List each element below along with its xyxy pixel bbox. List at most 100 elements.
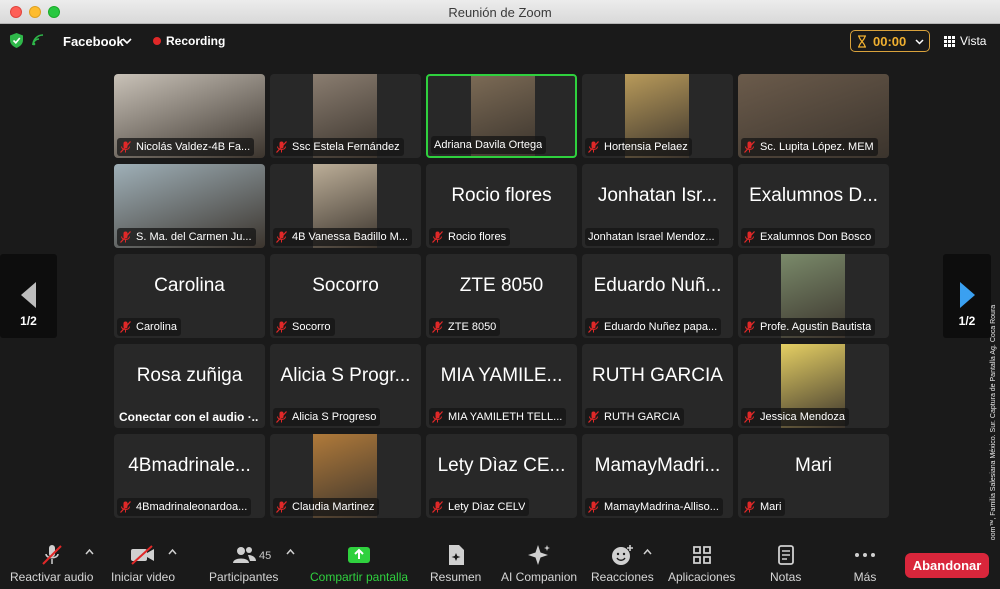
- more-button[interactable]: Más: [853, 544, 877, 584]
- participant-tile[interactable]: Jonhatan Isr... Jonhatan Israel Mendoz...: [582, 164, 733, 248]
- participant-name: Adriana Davila Ortega: [434, 139, 543, 151]
- microphone-muted-icon: [432, 231, 443, 243]
- hourglass-icon: [858, 35, 866, 48]
- participant-name-label: Mari: [741, 498, 786, 516]
- participant-tile[interactable]: Rocio flores Rocio flores: [426, 164, 577, 248]
- previous-page-button[interactable]: 1/2: [0, 254, 57, 338]
- chevron-down-icon[interactable]: [122, 36, 132, 46]
- participant-tile[interactable]: Claudia Martinez: [270, 434, 421, 518]
- notes-label: Notas: [770, 570, 802, 584]
- participant-name-label: Rocio flores: [429, 228, 511, 246]
- view-button[interactable]: Vista: [960, 34, 986, 48]
- participant-name: Ssc Estela Fernández: [292, 141, 400, 153]
- participant-tile[interactable]: Adriana Davila Ortega: [426, 74, 577, 158]
- chevron-up-icon[interactable]: [168, 548, 177, 556]
- microphone-muted-icon: [432, 321, 443, 333]
- participant-tile[interactable]: Hortensia Pelaez: [582, 74, 733, 158]
- arrow-right-icon: [960, 282, 975, 308]
- participant-tile[interactable]: Carolina Carolina: [114, 254, 265, 338]
- participant-tile[interactable]: MIA YAMILE... MIA YAMILETH TELL...: [426, 344, 577, 428]
- apps-button[interactable]: Aplicaciones: [668, 544, 735, 584]
- participant-name: Alicia S Progreso: [292, 411, 377, 423]
- connection-signal-icon[interactable]: [32, 34, 44, 46]
- participant-name: 4Bmadrinaleonardoa...: [136, 501, 248, 513]
- apps-label: Aplicaciones: [668, 570, 736, 584]
- chevron-up-icon[interactable]: [85, 548, 94, 556]
- participant-display-name: Socorro: [312, 275, 379, 296]
- window-title: Reunión de Zoom: [448, 5, 552, 20]
- chevron-up-icon[interactable]: [286, 548, 295, 556]
- participant-tile[interactable]: Jessica Mendoza: [738, 344, 889, 428]
- participant-tile[interactable]: Ssc Estela Fernández: [270, 74, 421, 158]
- ai-companion-label: AI Companion: [501, 570, 578, 584]
- microphone-muted-icon: [588, 501, 599, 513]
- grid-view-icon[interactable]: [944, 36, 955, 47]
- connect-audio-prompt[interactable]: Conectar con el audio ·..: [119, 410, 258, 424]
- participants-icon: [232, 547, 256, 563]
- microphone-muted-icon: [276, 411, 287, 423]
- start-video-button[interactable]: Iniciar video: [111, 544, 175, 584]
- participant-tile[interactable]: Profe. Agustin Bautista: [738, 254, 889, 338]
- participant-tile[interactable]: Eduardo Nuñ... Eduardo Nuñez papa...: [582, 254, 733, 338]
- chevron-down-icon: [915, 39, 924, 45]
- participant-name-label: ZTE 8050: [429, 318, 501, 336]
- live-stream-label[interactable]: Facebook: [63, 34, 124, 49]
- participant-tile[interactable]: 4B Vanessa Badillo M...: [270, 164, 421, 248]
- participant-name: Carolina: [136, 321, 177, 333]
- microphone-muted-icon: [744, 141, 755, 153]
- summary-button[interactable]: Resumen: [430, 544, 481, 584]
- participant-display-name: Rocio flores: [451, 185, 552, 206]
- participant-tile[interactable]: Nicolás Valdez-4B Fa...: [114, 74, 265, 158]
- participant-name: MamayMadrina-Alliso...: [604, 501, 719, 513]
- participant-name-label: Carolina: [117, 318, 181, 336]
- chevron-up-icon[interactable]: [643, 548, 652, 556]
- participant-name-label: Ssc Estela Fernández: [273, 138, 404, 156]
- unmute-button[interactable]: Reactivar audio: [10, 544, 93, 584]
- meeting-timer[interactable]: 00:00: [850, 30, 930, 52]
- participant-tile[interactable]: RUTH GARCIA RUTH GARCIA: [582, 344, 733, 428]
- participant-tile[interactable]: MamayMadri... MamayMadrina-Alliso...: [582, 434, 733, 518]
- microphone-muted-icon: [276, 231, 287, 243]
- summary-document-icon: [448, 545, 464, 565]
- security-shield-icon[interactable]: [10, 33, 23, 48]
- participant-tile[interactable]: Exalumnos D... Exalumnos Don Bosco: [738, 164, 889, 248]
- participant-tile[interactable]: S. Ma. del Carmen Ju...: [114, 164, 265, 248]
- participant-name: Eduardo Nuñez papa...: [604, 321, 718, 333]
- participant-name: ZTE 8050: [448, 321, 497, 333]
- leave-meeting-button[interactable]: Abandonar: [905, 553, 989, 578]
- participant-display-name: Lety Dìaz CE...: [437, 455, 566, 476]
- participant-name-label: Lety Dìaz CELV: [429, 498, 530, 516]
- next-page-button[interactable]: 1/2: [943, 254, 991, 338]
- microphone-muted-icon: [588, 321, 599, 333]
- participant-name-label: MIA YAMILETH TELL...: [429, 408, 567, 426]
- participant-name: Hortensia Pelaez: [604, 141, 688, 153]
- ai-companion-button[interactable]: AI Companion: [501, 544, 577, 584]
- participant-display-name: Alicia S Progr...: [280, 365, 411, 386]
- reactions-label: Reacciones: [591, 570, 654, 584]
- participant-name-label: RUTH GARCIA: [585, 408, 684, 426]
- recording-label[interactable]: Recording: [166, 34, 225, 48]
- summary-label: Resumen: [430, 570, 482, 584]
- participant-tile[interactable]: Socorro Socorro: [270, 254, 421, 338]
- participant-tile[interactable]: Mari Mari: [738, 434, 889, 518]
- participant-name-label: Profe. Agustin Bautista: [741, 318, 876, 336]
- notes-button[interactable]: Notas: [770, 544, 801, 584]
- participant-name-label: Exalumnos Don Bosco: [741, 228, 876, 246]
- participant-tile[interactable]: 4Bmadrinale... 4Bmadrinaleonardoa...: [114, 434, 265, 518]
- participant-tile[interactable]: Alicia S Progr... Alicia S Progreso: [270, 344, 421, 428]
- participant-name: Jonhatan Israel Mendoz...: [588, 231, 715, 243]
- page-indicator: 1/2: [958, 314, 976, 328]
- unmute-label: Reactivar audio: [10, 570, 94, 584]
- participant-tile[interactable]: ZTE 8050 ZTE 8050: [426, 254, 577, 338]
- participant-tile[interactable]: Rosa zuñiga Conectar con el audio ·..: [114, 344, 265, 428]
- share-screen-button[interactable]: Compartir pantalla: [310, 544, 408, 584]
- participant-tile[interactable]: Lety Dìaz CE... Lety Dìaz CELV: [426, 434, 577, 518]
- microphone-muted-icon: [588, 141, 599, 153]
- participant-name: Lety Dìaz CELV: [448, 501, 526, 513]
- participant-name: 4B Vanessa Badillo M...: [292, 231, 408, 243]
- participant-name-label: Jessica Mendoza: [741, 408, 849, 426]
- participant-tile[interactable]: Sc. Lupita López. MEM: [738, 74, 889, 158]
- participant-name: Nicolás Valdez-4B Fa...: [136, 141, 251, 153]
- participant-display-name: Rosa zuñiga: [136, 365, 243, 386]
- participant-display-name: MIA YAMILE...: [440, 365, 563, 386]
